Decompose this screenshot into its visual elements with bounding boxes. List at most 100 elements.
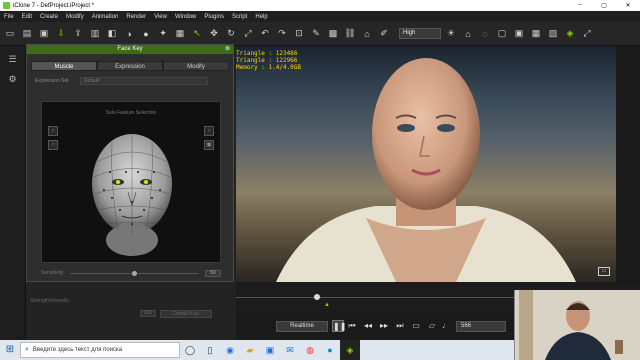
- redo-icon[interactable]: ↷: [276, 28, 288, 40]
- keyframe-marker-icon[interactable]: ▲: [324, 302, 330, 308]
- presenter-video: [515, 290, 640, 360]
- maximize-button[interactable]: ▢: [592, 2, 616, 9]
- grid-icon[interactable]: ▩: [327, 28, 339, 40]
- export-image-icon[interactable]: ▨: [547, 28, 559, 40]
- sensitivity-slider[interactable]: [69, 270, 199, 276]
- left-rail: ☰ ⚙: [0, 46, 26, 340]
- taskbar-search[interactable]: ⌕ Введите здесь текст для поиска: [20, 342, 180, 358]
- layout-icon[interactable]: ▥: [89, 28, 101, 40]
- head-mesh[interactable]: [42, 102, 222, 264]
- record-icon[interactable]: ▭: [410, 320, 422, 332]
- render-icon[interactable]: ▣: [513, 28, 525, 40]
- frame-number-input[interactable]: 566: [456, 321, 506, 332]
- save-icon[interactable]: ▣: [38, 28, 50, 40]
- close-icon[interactable]: ⊗: [225, 45, 230, 54]
- move-icon[interactable]: ✥: [208, 28, 220, 40]
- explorer-icon[interactable]: ▰: [240, 340, 260, 360]
- menu-edit[interactable]: Edit: [22, 14, 32, 20]
- timeline-track[interactable]: [236, 297, 516, 298]
- strength-label: Strength/Intensity: [30, 298, 69, 304]
- edge-icon[interactable]: ◉: [220, 340, 240, 360]
- chat-bubble-icon[interactable]: ▱: [426, 320, 438, 332]
- new-project-icon[interactable]: ▭: [4, 28, 16, 40]
- preview-icon[interactable]: ▢: [496, 28, 508, 40]
- open-folder-icon[interactable]: ▤: [21, 28, 33, 40]
- select-icon[interactable]: ↖: [191, 28, 203, 40]
- character-render[interactable]: [236, 46, 616, 282]
- close-button[interactable]: ✕: [616, 2, 640, 9]
- menu-script[interactable]: Script: [232, 14, 247, 20]
- menu-plugins[interactable]: Plugins: [204, 14, 224, 20]
- modify-icon[interactable]: ⚙: [6, 74, 20, 86]
- expand-icon[interactable]: ⤢: [581, 28, 593, 40]
- tab-muscle[interactable]: Muscle: [31, 61, 97, 71]
- face-key-header[interactable]: Face Key ⊗: [27, 45, 233, 54]
- app-blue-icon[interactable]: ●: [320, 340, 340, 360]
- camera-icon[interactable]: ◧: [106, 28, 118, 40]
- link-icon[interactable]: ⛓: [344, 28, 356, 40]
- mail-icon[interactable]: ✉: [280, 340, 300, 360]
- timeline-scrubber[interactable]: [314, 294, 320, 300]
- 3d-viewport[interactable]: Triangle : 123486 Triangle : 122966 Memo…: [236, 46, 616, 282]
- webcam-overlay: [514, 290, 640, 360]
- chrome-icon[interactable]: ◍: [300, 340, 320, 360]
- menu-render[interactable]: Render: [126, 14, 146, 20]
- sensitivity-knob[interactable]: [131, 270, 137, 276]
- last-frame-icon[interactable]: ⏭: [394, 320, 406, 332]
- task-view-icon[interactable]: ◯: [180, 340, 200, 360]
- tab-modify[interactable]: Modify: [163, 61, 229, 71]
- minimize-button[interactable]: –: [568, 2, 592, 9]
- smart-gallery-icon[interactable]: ◈: [564, 28, 576, 40]
- menu-window[interactable]: Window: [175, 14, 196, 20]
- face-key-title: Face Key: [117, 46, 143, 52]
- expression-select[interactable]: Default: [79, 77, 208, 85]
- muscle-view[interactable]: Solo Feature Selection ‹ ○ › ▣: [41, 101, 221, 263]
- strength-value[interactable]: 100: [140, 310, 156, 317]
- audio-icon[interactable]: ♩: [440, 320, 452, 332]
- sensitivity-row: Sensitivity 50: [41, 269, 221, 277]
- content-icon[interactable]: ☰: [6, 54, 20, 66]
- export-icon[interactable]: ⇪: [72, 28, 84, 40]
- light-icon[interactable]: ✦: [157, 28, 169, 40]
- sequence-icon[interactable]: ▦: [530, 28, 542, 40]
- menu-modify[interactable]: Modify: [66, 14, 84, 20]
- undo-icon[interactable]: ↶: [259, 28, 271, 40]
- draw-icon[interactable]: ✎: [310, 28, 322, 40]
- menu-create[interactable]: Create: [40, 14, 58, 20]
- sphere-icon[interactable]: ●: [140, 28, 152, 40]
- sun-icon[interactable]: ☀: [445, 28, 457, 40]
- menu-help[interactable]: Help: [255, 14, 267, 20]
- shader-icon[interactable]: ◑: [123, 28, 135, 40]
- start-icon[interactable]: ⊞: [0, 340, 20, 360]
- home-icon[interactable]: ⌂: [462, 28, 474, 40]
- menu-file[interactable]: File: [4, 14, 14, 20]
- sensitivity-label: Sensitivity: [41, 270, 64, 276]
- prev-frame-icon[interactable]: ◂◂: [362, 320, 374, 332]
- paint-icon[interactable]: ✐: [378, 28, 390, 40]
- fog-icon[interactable]: ◌: [479, 28, 491, 40]
- scene-icon[interactable]: ▦: [174, 28, 186, 40]
- tab-expression[interactable]: Expression: [97, 61, 163, 71]
- snap-icon[interactable]: ⊡: [293, 28, 305, 40]
- iclone-taskbar-icon[interactable]: ◈: [340, 340, 360, 360]
- face-key-tabs: Muscle Expression Modify: [31, 61, 229, 71]
- main-toolbar: ▭ ▤ ▣ ⇩ ⇪ ▥ ◧ ◑ ● ✦ ▦ ↖ ✥ ↻ ⤢ ↶ ↷ ⊡ ✎ ▩ …: [0, 22, 640, 46]
- store-icon[interactable]: ▣: [260, 340, 280, 360]
- chat-icon[interactable]: ▭: [598, 267, 610, 276]
- camera-view-icon[interactable]: ⌂: [361, 28, 373, 40]
- realtime-select[interactable]: Realtime: [276, 321, 328, 332]
- taskview-icon[interactable]: ▯: [200, 340, 220, 360]
- next-frame-icon[interactable]: ▸▸: [378, 320, 390, 332]
- expression-label: Expression Sel.: [35, 78, 70, 84]
- face-key-window: Face Key ⊗ Muscle Expression Modify Expr…: [26, 44, 234, 282]
- rotate-icon[interactable]: ↻: [225, 28, 237, 40]
- default-key-button[interactable]: Default Key: [160, 310, 212, 318]
- sensitivity-value[interactable]: 50: [205, 269, 221, 277]
- import-icon[interactable]: ⇩: [55, 28, 67, 40]
- quality-select[interactable]: High: [399, 28, 441, 39]
- menu-view[interactable]: View: [154, 14, 167, 20]
- first-frame-icon[interactable]: ⏮: [346, 320, 358, 332]
- scale-icon[interactable]: ⤢: [242, 28, 254, 40]
- menu-animation[interactable]: Animation: [92, 14, 119, 20]
- pause-icon[interactable]: ❚❚: [332, 320, 346, 332]
